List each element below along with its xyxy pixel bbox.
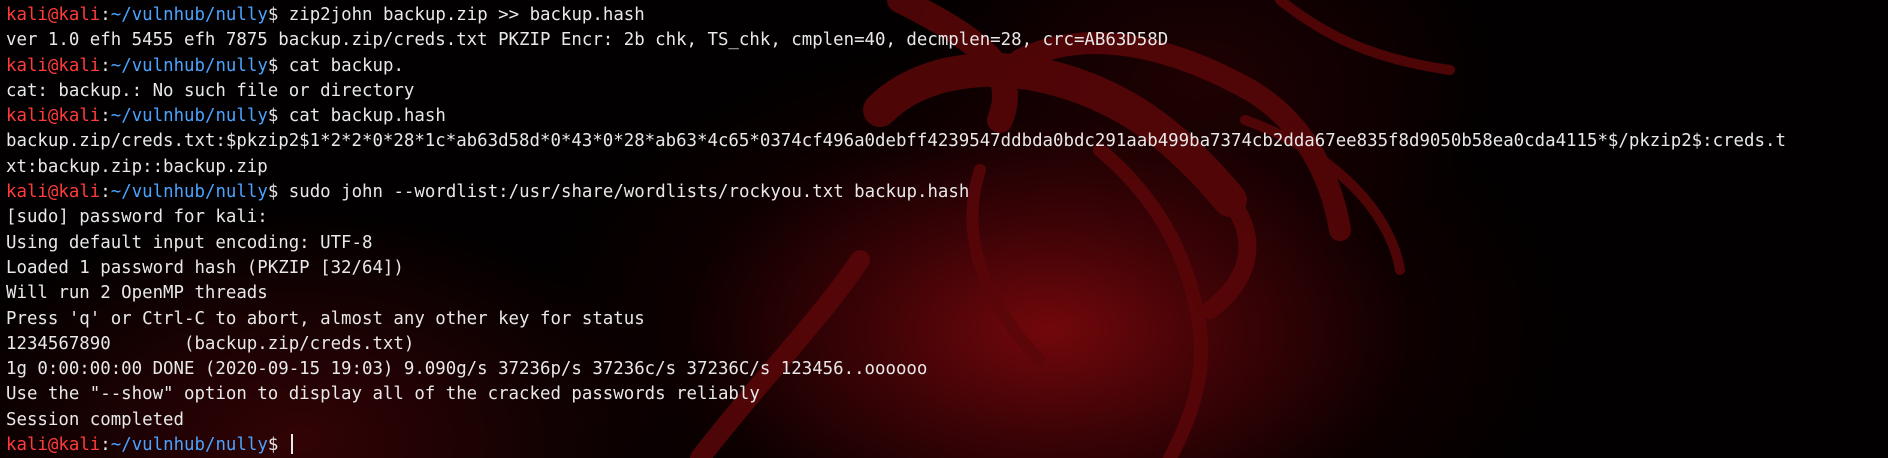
- terminal-window[interactable]: kali@kali:~/vulnhub/nully$ zip2john back…: [0, 0, 1888, 458]
- text-cursor[interactable]: [290, 434, 293, 455]
- output-line: xt:backup.zip::backup.zip: [6, 156, 268, 177]
- prompt-at: @: [47, 106, 59, 127]
- prompt-dollar: $: [267, 5, 279, 25]
- prompt-host: kali: [58, 182, 101, 203]
- output-line: [sudo] password for kali:: [6, 207, 268, 228]
- prompt-path: ~/vulnhub/nully: [110, 182, 268, 203]
- command-text: [278, 435, 288, 455]
- prompt-colon: :: [100, 435, 111, 456]
- prompt-user: kali: [6, 182, 48, 203]
- prompt-path: ~/vulnhub/nully: [110, 55, 268, 76]
- prompt-host: kali: [58, 106, 101, 127]
- output-line: ver 1.0 efh 5455 efh 7875 backup.zip/cre…: [6, 30, 1169, 51]
- command-text: cat backup.: [278, 55, 404, 76]
- prompt-path: ~/vulnhub/nully: [110, 5, 268, 25]
- prompt-colon: :: [100, 55, 111, 76]
- command-text: sudo john --wordlist:/usr/share/wordlist…: [278, 182, 970, 203]
- command-text: zip2john backup.zip >> backup.hash: [278, 5, 645, 25]
- prompt-line: kali@kali:~/vulnhub/nully$ cat backup.ha…: [6, 104, 1888, 129]
- prompt-path: ~/vulnhub/nully: [110, 106, 268, 127]
- prompt-user: kali: [6, 5, 48, 25]
- prompt-line: kali@kali:~/vulnhub/nully$ cat backup.: [6, 54, 1888, 79]
- prompt-path: ~/vulnhub/nully: [110, 435, 268, 456]
- prompt-at: @: [47, 55, 59, 76]
- prompt-user: kali: [6, 435, 48, 456]
- prompt-at: @: [47, 5, 59, 25]
- output-line: Using default input encoding: UTF-8: [6, 232, 373, 253]
- prompt-dollar: $: [267, 182, 279, 203]
- prompt-host: kali: [58, 55, 101, 76]
- prompt-at: @: [47, 435, 59, 456]
- output-line: Press 'q' or Ctrl-C to abort, almost any…: [6, 308, 645, 329]
- output-line: backup.zip/creds.txt:$pkzip2$1*2*2*0*28*…: [6, 131, 1786, 152]
- prompt-line: kali@kali:~/vulnhub/nully$ zip2john back…: [6, 3, 1888, 28]
- command-text: cat backup.hash: [278, 106, 446, 127]
- prompt-host: kali: [58, 5, 101, 25]
- prompt-user: kali: [6, 55, 48, 76]
- prompt-dollar: $: [267, 55, 279, 76]
- prompt-colon: :: [100, 106, 111, 127]
- output-line: cat: backup.: No such file or directory: [6, 80, 415, 101]
- prompt-dollar: $: [267, 106, 279, 127]
- prompt-colon: :: [100, 5, 111, 25]
- output-line: Loaded 1 password hash (PKZIP [32/64]): [6, 257, 404, 278]
- output-line: 1234567890 (backup.zip/creds.txt): [6, 333, 415, 354]
- prompt-colon: :: [100, 182, 111, 203]
- terminal-output[interactable]: kali@kali:~/vulnhub/nully$ zip2john back…: [6, 3, 1888, 458]
- output-line: 1g 0:00:00:00 DONE (2020-09-15 19:03) 9.…: [6, 359, 928, 380]
- prompt-at: @: [47, 182, 59, 203]
- output-line: Use the "--show" option to display all o…: [6, 384, 760, 405]
- prompt-host: kali: [58, 435, 101, 456]
- prompt-line: kali@kali:~/vulnhub/nully$ sudo john --w…: [6, 180, 1888, 205]
- output-line: Session completed: [6, 409, 184, 430]
- output-line: Will run 2 OpenMP threads: [6, 283, 268, 304]
- prompt-user: kali: [6, 106, 48, 127]
- prompt-line: kali@kali:~/vulnhub/nully$: [6, 433, 1888, 458]
- prompt-dollar: $: [267, 435, 279, 456]
